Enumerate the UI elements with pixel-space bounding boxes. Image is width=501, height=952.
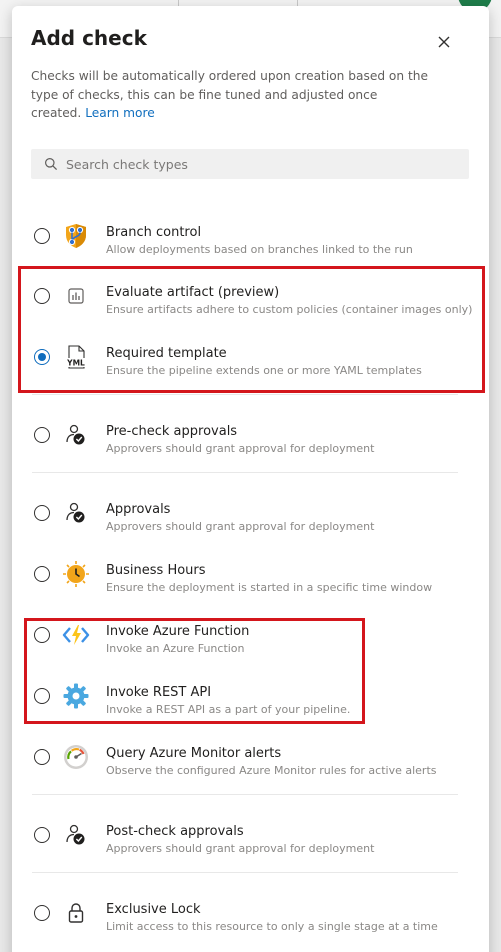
check-description: Approvers should grant approval for depl… <box>106 442 375 455</box>
check-option-approvals[interactable]: Approvals Approvers should grant approva… <box>24 487 471 543</box>
radio-button-selected[interactable] <box>34 349 50 365</box>
radio-button[interactable] <box>34 566 50 582</box>
check-option-pre-check-approvals[interactable]: Pre-check approvals Approvers should gra… <box>24 409 471 465</box>
person-check-icon <box>66 424 85 445</box>
artifact-chart-icon <box>68 288 84 304</box>
check-description: Approvers should grant approval for depl… <box>106 520 375 533</box>
radio-button[interactable] <box>34 288 50 304</box>
gear-icon <box>63 683 89 709</box>
check-title: Pre-check approvals <box>106 424 238 439</box>
check-description: Ensure the deployment is started in a sp… <box>106 581 433 594</box>
divider <box>32 394 458 395</box>
radio-button[interactable] <box>34 505 50 521</box>
check-option-evaluate-artifact[interactable]: Evaluate artifact (preview) Ensure artif… <box>24 270 473 326</box>
check-option-invoke-azure-function[interactable]: Invoke Azure Function Invoke an Azure Fu… <box>24 609 471 665</box>
divider <box>32 794 458 795</box>
svg-text:YML: YML <box>66 359 85 368</box>
clock-sun-icon <box>63 561 89 587</box>
check-option-invoke-rest-api[interactable]: Invoke REST API Invoke a REST API as a p… <box>24 670 471 726</box>
check-title: Invoke REST API <box>106 685 212 700</box>
check-option-query-azure-monitor-alerts[interactable]: Query Azure Monitor alerts Observe the c… <box>24 731 471 787</box>
divider <box>32 472 458 473</box>
check-description: Ensure the pipeline extends one or more … <box>106 364 422 377</box>
check-title: Query Azure Monitor alerts <box>106 746 282 761</box>
radio-button[interactable] <box>34 905 50 921</box>
search-icon <box>45 158 58 171</box>
check-title: Approvals <box>106 502 171 517</box>
person-check-icon <box>66 824 85 845</box>
check-description: Ensure artifacts adhere to custom polici… <box>106 303 473 316</box>
lock-icon <box>68 903 84 923</box>
radio-button[interactable] <box>34 749 50 765</box>
check-option-exclusive-lock[interactable]: Exclusive Lock Limit access to this reso… <box>24 887 471 943</box>
learn-more-link[interactable]: Learn more <box>85 106 155 120</box>
radio-button[interactable] <box>34 228 50 244</box>
check-description: Approvers should grant approval for depl… <box>106 842 375 855</box>
dialog-title: Add check <box>31 26 147 50</box>
close-button[interactable] <box>432 30 456 54</box>
check-description: Observe the configured Azure Monitor rul… <box>106 764 437 777</box>
shield-branch-icon <box>66 224 86 248</box>
check-title: Business Hours <box>106 563 206 578</box>
radio-button[interactable] <box>34 427 50 443</box>
check-option-business-hours[interactable]: Business Hours Ensure the deployment is … <box>24 548 471 604</box>
search-box[interactable] <box>31 149 469 179</box>
check-description: Limit access to this resource to only a … <box>106 920 438 933</box>
gauge-icon <box>64 745 88 769</box>
dialog-description: Checks will be automatically ordered upo… <box>31 67 431 123</box>
azure-function-icon <box>62 625 90 645</box>
check-title: Invoke Azure Function <box>106 624 250 639</box>
check-title: Evaluate artifact (preview) <box>106 285 280 300</box>
check-option-branch-control[interactable]: Branch control Allow deployments based o… <box>24 208 471 264</box>
search-input[interactable] <box>66 155 456 173</box>
check-option-required-template[interactable]: YML Required template Ensure the pipelin… <box>24 331 471 387</box>
radio-button[interactable] <box>34 827 50 843</box>
radio-button[interactable] <box>34 627 50 643</box>
check-description: Allow deployments based on branches link… <box>106 243 413 256</box>
check-option-post-check-approvals[interactable]: Post-check approvals Approvers should gr… <box>24 809 471 865</box>
person-check-icon <box>66 502 85 523</box>
check-title: Branch control <box>106 225 202 240</box>
add-check-dialog: Add check Checks will be automatically o… <box>12 6 489 952</box>
check-title: Post-check approvals <box>106 824 244 839</box>
check-title: Required template <box>106 346 227 361</box>
divider <box>32 872 458 873</box>
close-icon <box>438 36 450 48</box>
check-title: Exclusive Lock <box>106 902 201 917</box>
yaml-file-icon: YML <box>65 345 87 369</box>
check-description: Invoke an Azure Function <box>106 642 245 655</box>
check-description: Invoke a REST API as a part of your pipe… <box>106 703 351 716</box>
radio-button[interactable] <box>34 688 50 704</box>
